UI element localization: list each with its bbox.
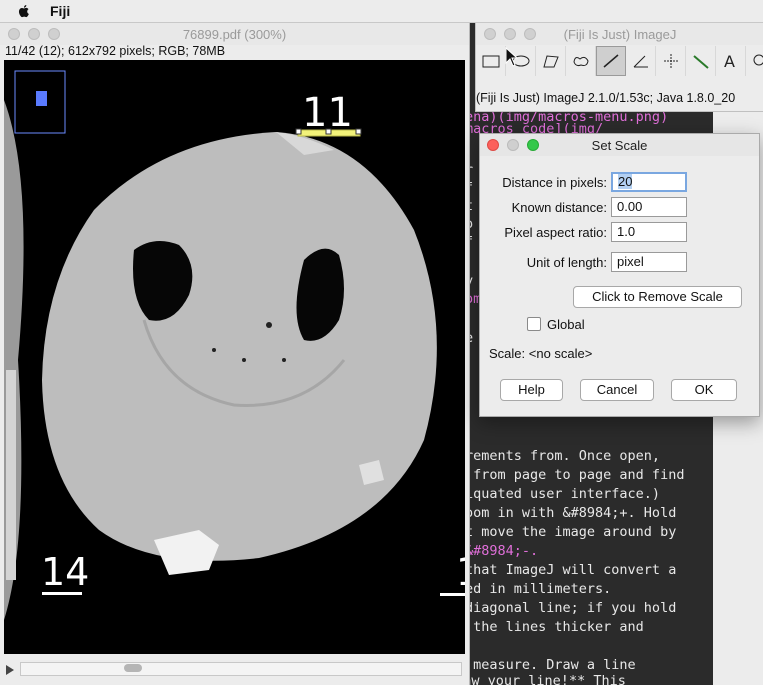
editor-line: from page to page and find — [465, 467, 685, 483]
imagej-title: (Fiji Is Just) ImageJ — [563, 27, 677, 42]
scale-label-top: 11 — [302, 90, 353, 136]
imagej-titlebar[interactable]: (Fiji Is Just) ImageJ — [476, 23, 763, 45]
editor-line: ed in millimeters. — [465, 581, 612, 597]
remove-scale-button[interactable]: Click to Remove Scale — [573, 286, 742, 308]
unit-label: Unit of length: — [526, 255, 607, 270]
distance-row: Distance in pixels: 20 — [480, 172, 759, 194]
editor-line: rements from. Once open, — [465, 448, 661, 464]
cancel-button[interactable]: Cancel — [580, 379, 654, 401]
point-icon[interactable] — [656, 46, 686, 76]
editor-line: t move the image around by — [465, 524, 677, 540]
polygon-icon[interactable] — [536, 46, 566, 76]
distance-input[interactable]: 20 — [611, 172, 687, 192]
image-info: 11/42 (12); 612x792 pixels; RGB; 78MB — [5, 44, 226, 58]
app-name[interactable]: Fiji — [50, 3, 70, 19]
global-label: Global — [547, 317, 585, 332]
wand-icon[interactable] — [686, 46, 716, 76]
set-scale-dialog: Set Scale Distance in pixels: 20 Known d… — [479, 133, 760, 417]
text-icon[interactable]: A — [716, 46, 746, 76]
image-window-titlebar[interactable]: 76899.pdf (300%) — [0, 23, 469, 45]
slice-scrollbar[interactable] — [0, 659, 469, 685]
dialog-title: Set Scale — [591, 138, 648, 153]
global-checkbox[interactable] — [527, 317, 541, 331]
mouse-cursor-icon — [505, 47, 519, 67]
editor-line: diagonal line; if you hold — [465, 600, 677, 616]
image-window-title: 76899.pdf (300%) — [182, 27, 287, 42]
magnifier-icon[interactable] — [746, 46, 763, 76]
editor-line: &#8984;-. — [465, 543, 539, 559]
line-icon[interactable] — [596, 46, 626, 76]
editor-line: oom in with &#8984;+. Hold — [465, 505, 677, 521]
known-distance-label: Known distance: — [511, 200, 607, 215]
imagej-window: (Fiji Is Just) ImageJ A (Fiji Is Just) I… — [475, 23, 763, 112]
scroll-thumb[interactable] — [124, 664, 142, 672]
unit-row: Unit of length: pixel — [480, 252, 759, 274]
ok-button[interactable]: OK — [671, 379, 737, 401]
known-distance-input[interactable]: 0.00 — [611, 197, 687, 217]
angle-icon[interactable] — [626, 46, 656, 76]
unit-input[interactable]: pixel — [611, 252, 687, 272]
svg-text:A: A — [724, 53, 735, 69]
editor-line: that ImageJ will convert a — [465, 562, 677, 578]
scale-status: Scale: <no scale> — [489, 346, 593, 361]
distance-value: 20 — [618, 174, 633, 189]
editor-line: measure. Draw a line — [465, 657, 636, 673]
imagej-status: (Fiji Is Just) ImageJ 2.1.0/1.53c; Java … — [476, 91, 736, 105]
aspect-ratio-row: Pixel aspect ratio: 1.0 — [480, 222, 759, 244]
play-icon[interactable] — [6, 665, 14, 675]
scale-label-bottom-right: 1 — [456, 550, 465, 594]
editor-line: the lines thicker and — [465, 619, 644, 635]
apple-icon[interactable] — [16, 3, 32, 19]
aspect-ratio-input[interactable]: 1.0 — [611, 222, 687, 242]
image-canvas[interactable]: 11 14 1 — [4, 60, 465, 654]
dialog-titlebar[interactable]: Set Scale — [480, 134, 759, 156]
help-button[interactable]: Help — [500, 379, 563, 401]
scale-label-bottom-left: 14 — [41, 550, 90, 594]
freehand-icon[interactable] — [566, 46, 596, 76]
menu-bar: Fiji — [0, 0, 763, 23]
editor-line: iquated user interface.) — [465, 486, 661, 502]
distance-label: Distance in pixels: — [502, 175, 607, 190]
aspect-ratio-label: Pixel aspect ratio: — [504, 225, 607, 240]
rectangle-icon[interactable] — [476, 46, 506, 76]
scroll-track[interactable] — [20, 662, 462, 676]
image-window: 76899.pdf (300%) 11/42 (12); 612x792 pix… — [0, 23, 470, 685]
known-distance-row: Known distance: 0.00 — [480, 197, 759, 219]
tool-bar: A — [476, 46, 763, 76]
